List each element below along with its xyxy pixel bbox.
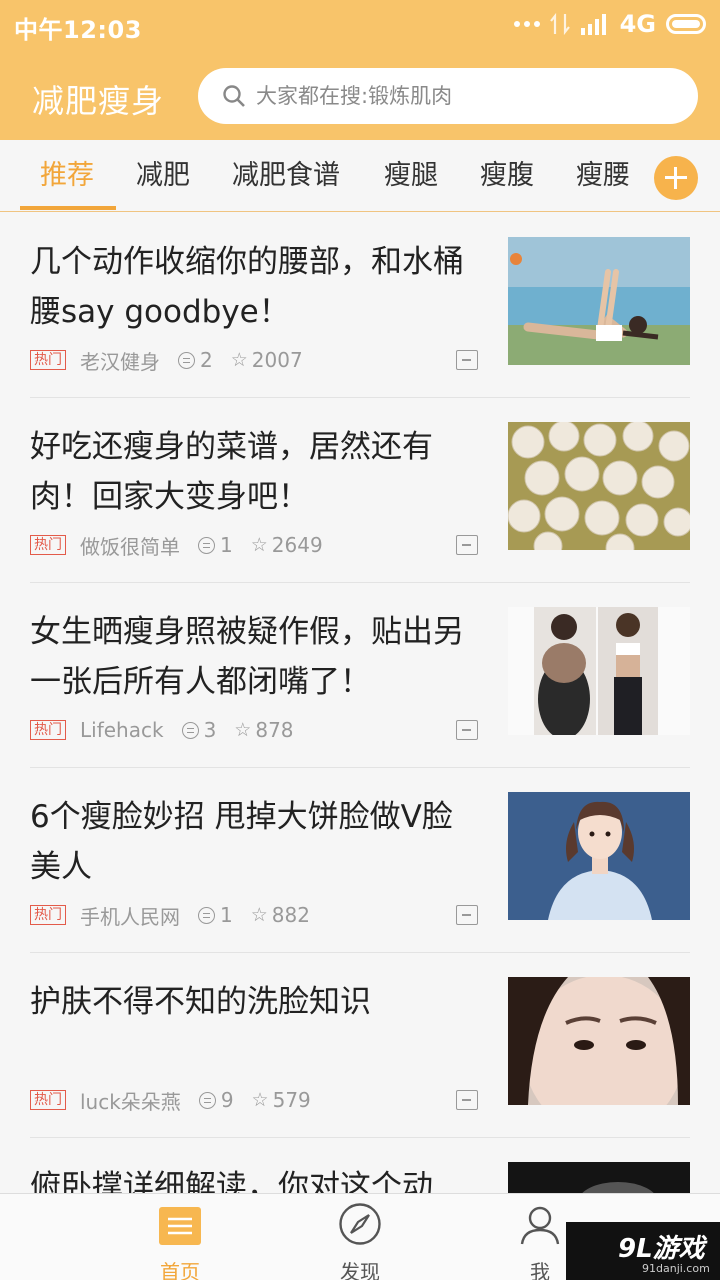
hot-badge: 热门 <box>30 720 66 740</box>
article-title[interactable]: 护肤不得不知的洗脸知识 <box>30 977 480 1027</box>
comment-count: 9 <box>220 1088 234 1112</box>
article-feed: 几个动作收缩你的腰部，和水桶腰say goodbye！ 热门 老汉健身 2 ☆ … <box>0 213 720 1193</box>
article-thumbnail[interactable] <box>508 237 690 365</box>
comment-count: 3 <box>203 718 217 742</box>
article-meta: 热门 Lifehack 3 ☆ 878 <box>30 716 294 744</box>
watermark-sub: 91danji.com <box>642 1262 710 1275</box>
star-icon: ☆ <box>230 349 248 371</box>
tab-slim-legs[interactable]: 瘦腿 <box>384 140 438 212</box>
like-count: 2007 <box>251 348 303 372</box>
article-title[interactable]: 6个瘦脸妙招 甩掉大饼脸做V脸美人 <box>30 792 480 892</box>
tab-slim-belly[interactable]: 瘦腹 <box>480 140 534 212</box>
hot-badge: 热门 <box>30 1090 66 1110</box>
article-title[interactable]: 几个动作收缩你的腰部，和水桶腰say goodbye！ <box>30 237 480 337</box>
dislike-button[interactable] <box>456 350 478 370</box>
article-item[interactable]: 好吃还瘦身的菜谱，居然还有肉！回家大变身吧！ 热门 做饭很简单 1 ☆ 2649 <box>30 398 690 583</box>
comment-count: 1 <box>220 533 233 557</box>
search-icon <box>223 85 245 107</box>
like-count: 882 <box>271 903 310 927</box>
article-author: 老汉健身 <box>80 349 160 374</box>
article-author: Lifehack <box>80 718 164 742</box>
like-count: 2649 <box>271 533 323 557</box>
nav-discover-label: 发现 <box>340 1260 380 1280</box>
watermark-main: 9L游戏 <box>618 1234 705 1264</box>
dislike-button[interactable] <box>456 905 478 925</box>
article-item[interactable]: 几个动作收缩你的腰部，和水桶腰say goodbye！ 热门 老汉健身 2 ☆ … <box>30 213 690 398</box>
article-thumbnail[interactable] <box>508 422 690 550</box>
article-title[interactable]: 女生晒瘦身照被疑作假，贴出另一张后所有人都闭嘴了！ <box>30 607 480 707</box>
nav-discover[interactable]: 发现 <box>300 1194 420 1280</box>
article-thumbnail[interactable] <box>508 977 690 1105</box>
status-time: 中午12:03 <box>14 16 142 44</box>
article-title[interactable]: 俯卧撑详细解读，你对这个动 <box>30 1162 480 1193</box>
search-bar[interactable] <box>198 68 698 124</box>
article-thumbnail[interactable] <box>508 792 690 920</box>
star-icon: ☆ <box>251 1089 269 1111</box>
hot-badge: 热门 <box>30 905 66 925</box>
article-item[interactable]: 女生晒瘦身照被疑作假，贴出另一张后所有人都闭嘴了！ 热门 Lifehack 3 … <box>30 583 690 768</box>
more-dots-icon <box>513 21 540 27</box>
tab-lose-weight[interactable]: 减肥 <box>136 140 190 212</box>
dislike-button[interactable] <box>456 535 478 555</box>
article-meta: 热门 手机人民网 1 ☆ 882 <box>30 901 310 929</box>
article-item[interactable]: 6个瘦脸妙招 甩掉大饼脸做V脸美人 热门 手机人民网 1 ☆ 882 <box>30 768 690 953</box>
comment-icon <box>198 906 215 924</box>
hot-badge: 热门 <box>30 535 66 555</box>
status-bar: 中午12:03 4G <box>0 0 720 50</box>
comment-icon <box>198 536 215 554</box>
article-item[interactable]: 俯卧撑详细解读，你对这个动 <box>30 1138 690 1193</box>
article-author: 手机人民网 <box>80 904 180 929</box>
star-icon: ☆ <box>234 719 252 741</box>
add-category-button[interactable] <box>654 156 698 200</box>
nav-home-label: 首页 <box>160 1260 200 1280</box>
star-icon: ☆ <box>250 904 268 926</box>
article-thumbnail[interactable] <box>508 607 690 735</box>
comment-count: 1 <box>220 903 233 927</box>
dislike-button[interactable] <box>456 720 478 740</box>
comment-count: 2 <box>200 348 213 372</box>
like-count: 878 <box>255 718 294 742</box>
search-input[interactable] <box>256 84 676 108</box>
article-meta: 热门 老汉健身 2 ☆ 2007 <box>30 346 303 374</box>
top-header: 中午12:03 4G 减肥瘦身 <box>0 0 720 140</box>
tab-recommend[interactable]: 推荐 <box>40 140 94 212</box>
signal-icon <box>580 14 606 35</box>
site-watermark: 9L游戏 91danji.com <box>566 1222 720 1280</box>
tab-diet-recipes[interactable]: 减肥食谱 <box>232 140 340 212</box>
like-count: 579 <box>272 1088 311 1112</box>
article-author: luck朵朵燕 <box>80 1089 181 1114</box>
article-meta: 热门 做饭很简单 1 ☆ 2649 <box>30 531 323 559</box>
hot-badge: 热门 <box>30 350 66 370</box>
category-tabs: 推荐 减肥 减肥食谱 瘦腿 瘦腹 瘦腰 <box>0 140 720 212</box>
comment-icon <box>178 351 195 369</box>
status-icons: 4G <box>513 10 706 38</box>
page-title: 减肥瘦身 <box>32 82 165 120</box>
compass-icon <box>339 1203 381 1245</box>
dislike-button[interactable] <box>456 1090 478 1110</box>
article-author: 做饭很简单 <box>80 534 180 559</box>
article-title[interactable]: 好吃还瘦身的菜谱，居然还有肉！回家大变身吧！ <box>30 422 480 522</box>
star-icon: ☆ <box>250 534 268 556</box>
comment-icon <box>198 1091 216 1109</box>
article-thumbnail[interactable] <box>508 1162 690 1193</box>
data-transfer-icon <box>549 12 570 36</box>
active-tab-indicator <box>20 206 116 210</box>
network-type: 4G <box>619 10 656 38</box>
article-meta: 热门 luck朵朵燕 9 ☆ 579 <box>30 1086 311 1114</box>
home-list-icon <box>159 1207 201 1245</box>
tab-slim-waist[interactable]: 瘦腰 <box>576 140 630 212</box>
comment-icon <box>181 721 199 739</box>
article-item[interactable]: 护肤不得不知的洗脸知识 热门 luck朵朵燕 9 ☆ 579 <box>30 953 690 1138</box>
profile-icon <box>520 1206 560 1245</box>
battery-icon <box>666 14 706 34</box>
nav-home[interactable]: 首页 <box>120 1194 240 1280</box>
